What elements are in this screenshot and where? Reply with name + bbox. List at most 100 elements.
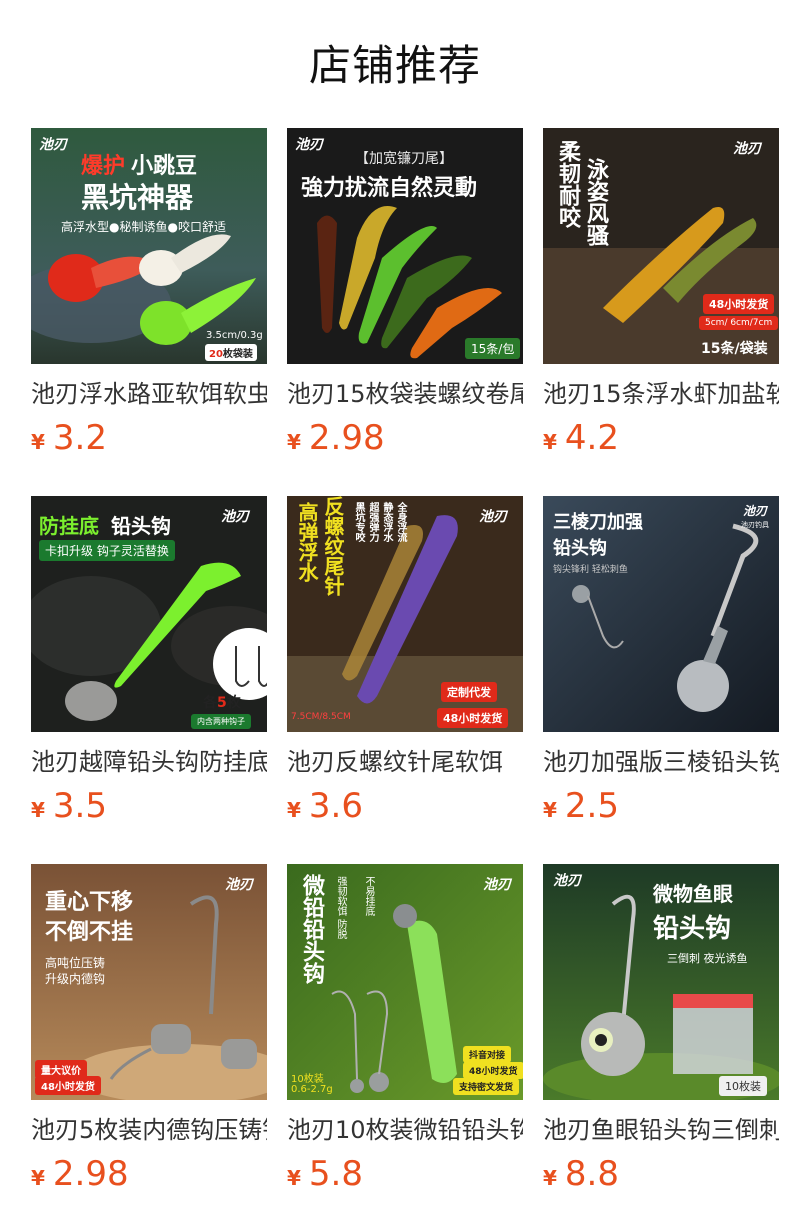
price-row: ¥ 2.98 xyxy=(287,418,523,458)
product-name[interactable]: 池刃15条浮水虾加盐软饵 xyxy=(543,378,779,410)
product-name[interactable]: 池刃反螺纹针尾软饵 xyxy=(287,746,523,778)
product-name[interactable]: 池刃浮水路亚软饵软虫 xyxy=(31,378,267,410)
image-subline: 卡扣升级 钩子灵活替换 xyxy=(39,540,175,561)
product-card[interactable]: 池刃 重心下移 不倒不挂 高吨位压铸 升级内德钩 量大议价 48小时发货 池刃5… xyxy=(31,864,267,1232)
product-card[interactable]: 三棱刀加强 铅头钩 钩尖锋利 轻松刺鱼 池刃 池刃钓具 池刃加强版三棱铅头钩 ¥… xyxy=(543,496,779,864)
image-headline: 铅头钩 xyxy=(111,514,171,538)
badge-text: 各 xyxy=(203,695,217,711)
product-image[interactable]: 池刃 柔韧耐咬 泳姿风骚 48小时发货 5cm/ 6cm/7cm 15条/袋装 xyxy=(543,128,779,364)
product-image[interactable]: 池刃 微物鱼眼 铅头钩 三倒刺 夜光诱鱼 10枚装 xyxy=(543,864,779,1100)
brand-logo: 池刃 xyxy=(295,137,323,153)
image-count-tag: 10枚装 xyxy=(719,1076,767,1096)
image-vertical-small: 不易挂底 xyxy=(363,876,374,916)
currency-symbol: ¥ xyxy=(287,798,301,822)
image-headline: 三棱刀加强 xyxy=(553,512,643,533)
product-image[interactable]: 池刃 【加宽镰刀尾】 強力扰流自然灵動 15条/包 xyxy=(287,128,523,364)
image-size: 3.5cm/0.3g xyxy=(206,330,263,341)
product-grid: 池刃 爆护 小跳豆 黑坑神器 高浮水型●秘制诱鱼●咬口舒适 3.5cm/0.3g… xyxy=(31,128,779,1232)
brand-logo: 池刃 xyxy=(733,141,761,157)
product-image[interactable]: 三棱刀加强 铅头钩 钩尖锋利 轻松刺鱼 池刃 池刃钓具 xyxy=(543,496,779,732)
badge-number: 5 xyxy=(217,695,227,711)
image-info: 0.6-2.7g xyxy=(291,1084,333,1095)
image-count-tag: 15条/包 xyxy=(465,338,521,359)
product-image[interactable]: 池刃 重心下移 不倒不挂 高吨位压铸 升级内德钩 量大议价 48小时发货 xyxy=(31,864,267,1100)
product-price: 2.98 xyxy=(52,1154,129,1194)
section-title: 店铺推荐 xyxy=(308,41,481,90)
image-corner-text: 池刃钓具 xyxy=(741,521,769,529)
brand-logo: 池刃 xyxy=(743,504,768,518)
product-image[interactable]: 池刃 防挂底 铅头钩 卡扣升级 钩子灵活替换 各5枚 内含两种钩子 xyxy=(31,496,267,732)
currency-symbol: ¥ xyxy=(287,430,301,454)
image-footer: 内含两种钩子 xyxy=(191,714,251,729)
image-subline: 三倒刺 夜光诱鱼 xyxy=(667,952,748,965)
product-name[interactable]: 池刃15枚袋装螺纹卷尾软饵 xyxy=(287,378,523,410)
price-row: ¥ 2.5 xyxy=(543,786,779,826)
price-row: ¥ 3.5 xyxy=(31,786,267,826)
image-vertical-small: 黑坑专咬 xyxy=(353,502,364,542)
image-tag: 48小时发货 xyxy=(437,708,509,728)
product-price: 4.2 xyxy=(564,418,619,458)
price-row: ¥ 2.98 xyxy=(31,1154,267,1194)
image-headline: 铅头钩 xyxy=(653,914,732,944)
image-count-tag: 20枚袋装 xyxy=(205,344,257,361)
image-tag: 48小时发货 xyxy=(35,1076,101,1095)
product-name[interactable]: 池刃鱼眼铅头钩三倒刺 xyxy=(543,1114,779,1146)
product-card[interactable]: 池刃 【加宽镰刀尾】 強力扰流自然灵動 15条/包 池刃15枚袋装螺纹卷尾软饵 … xyxy=(287,128,523,496)
image-subline: 高浮水型●秘制诱鱼●咬口舒适 xyxy=(61,220,226,234)
image-tag: 支持密文发货 xyxy=(453,1078,520,1095)
product-image[interactable]: 池刃 爆护 小跳豆 黑坑神器 高浮水型●秘制诱鱼●咬口舒适 3.5cm/0.3g… xyxy=(31,128,267,364)
image-size: 7.5CM/8.5CM xyxy=(291,712,351,722)
image-vertical: 微铅铅头钩 xyxy=(299,874,324,984)
image-vertical: 高弹浮水 xyxy=(295,502,319,582)
product-image[interactable]: 池刃 高弹浮水 反螺纹尾针 全身浮流 静态浮水 超强弹力 黑坑专咬 定制代发 4… xyxy=(287,496,523,732)
count-text: 枚袋装 xyxy=(222,349,253,360)
image-subline: 升级内德钩 xyxy=(45,972,106,986)
product-price: 3.2 xyxy=(52,418,107,458)
brand-logo: 池刃 xyxy=(553,873,581,889)
product-name[interactable]: 池刃加强版三棱铅头钩 xyxy=(543,746,779,778)
product-card[interactable]: 池刃 爆护 小跳豆 黑坑神器 高浮水型●秘制诱鱼●咬口舒适 3.5cm/0.3g… xyxy=(31,128,267,496)
count-number: 20 xyxy=(209,349,223,360)
product-price: 3.6 xyxy=(308,786,363,826)
image-vertical: 反螺纹尾针 xyxy=(321,496,345,596)
image-tag: 5cm/ 6cm/7cm xyxy=(699,316,779,330)
price-row: ¥ 4.2 xyxy=(543,418,779,458)
brand-logo: 池刃 xyxy=(221,509,249,525)
product-price: 8.8 xyxy=(564,1154,619,1194)
product-card[interactable]: 池刃 微物鱼眼 铅头钩 三倒刺 夜光诱鱼 10枚装 池刃鱼眼铅头钩三倒刺 ¥ 8… xyxy=(543,864,779,1232)
image-headline: 微物鱼眼 xyxy=(653,882,733,906)
image-tag: 抖音对接 xyxy=(463,1046,512,1063)
image-subline: 钩尖锋利 轻松刺鱼 xyxy=(553,565,628,575)
brand-logo: 池刃 xyxy=(225,877,253,893)
product-name[interactable]: 池刃5枚装内德钩压铸铅头 xyxy=(31,1114,267,1146)
brand-logo: 池刃 xyxy=(39,137,67,153)
product-card[interactable]: 池刃 防挂底 铅头钩 卡扣升级 钩子灵活替换 各5枚 内含两种钩子 池刃越障铅头… xyxy=(31,496,267,864)
image-headline: 強力扰流自然灵動 xyxy=(301,176,478,201)
price-row: ¥ 3.6 xyxy=(287,786,523,826)
product-image[interactable]: 池刃 微铅铅头钩 强韧软饵 防脱 不易挂底 10枚装 0.6-2.7g 抖音对接… xyxy=(287,864,523,1100)
image-vertical-small: 静态浮水 xyxy=(381,502,392,542)
product-card[interactable]: 池刃 微铅铅头钩 强韧软饵 防脱 不易挂底 10枚装 0.6-2.7g 抖音对接… xyxy=(287,864,523,1232)
product-price: 2.98 xyxy=(308,418,385,458)
currency-symbol: ¥ xyxy=(31,430,45,454)
price-row: ¥ 3.2 xyxy=(31,418,267,458)
product-card[interactable]: 池刃 高弹浮水 反螺纹尾针 全身浮流 静态浮水 超强弹力 黑坑专咬 定制代发 4… xyxy=(287,496,523,864)
price-row: ¥ 5.8 xyxy=(287,1154,523,1194)
image-tag: 48小时发货 xyxy=(703,294,775,314)
brand-logo: 池刃 xyxy=(479,509,507,525)
product-price: 3.5 xyxy=(52,786,107,826)
product-name[interactable]: 池刃越障铅头钩防挂底 xyxy=(31,746,267,778)
product-card[interactable]: 池刃 柔韧耐咬 泳姿风骚 48小时发货 5cm/ 6cm/7cm 15条/袋装 … xyxy=(543,128,779,496)
product-name[interactable]: 池刃10枚装微铅铅头钩 xyxy=(287,1114,523,1146)
badge-text: 枚 xyxy=(226,695,241,711)
image-tag: 48小时发货 xyxy=(463,1062,523,1079)
image-vertical: 柔韧耐咬 xyxy=(555,140,580,228)
image-count: 15条/袋装 xyxy=(701,341,768,357)
image-tag: 定制代发 xyxy=(441,682,497,702)
image-vertical: 泳姿风骚 xyxy=(583,158,608,246)
currency-symbol: ¥ xyxy=(543,430,557,454)
currency-symbol: ¥ xyxy=(31,798,45,822)
image-vertical-small: 超强弹力 xyxy=(367,502,378,542)
product-price: 2.5 xyxy=(564,786,619,826)
brand-logo: 池刃 xyxy=(483,877,511,893)
